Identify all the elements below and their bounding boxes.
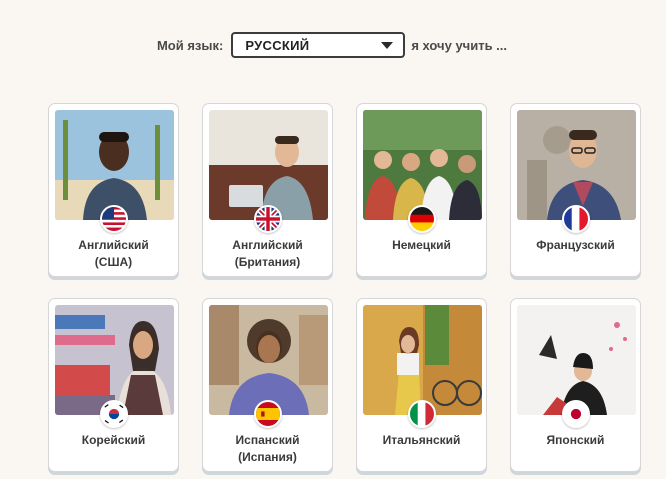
course-photo xyxy=(209,305,328,415)
want-to-learn-label: я хочу учить ... xyxy=(411,37,508,53)
course-photo xyxy=(55,305,174,415)
course-card-italian[interactable]: Итальянский xyxy=(356,298,487,472)
course-photo xyxy=(517,305,636,415)
course-grid: Английский (США) Английский (Британия) Н… xyxy=(48,103,641,472)
france-flag-icon xyxy=(562,205,590,233)
course-card-english-usa[interactable]: Английский (США) xyxy=(48,103,179,277)
course-card-korean[interactable]: Корейский xyxy=(48,298,179,472)
us-flag-icon xyxy=(100,205,128,233)
course-card-french[interactable]: Французский xyxy=(510,103,641,277)
course-label: Английский (США) xyxy=(78,238,149,269)
course-card-spanish-spain[interactable]: Испанский (Испания) xyxy=(202,298,333,472)
course-label: Итальянский xyxy=(382,433,461,447)
course-label: Французский xyxy=(536,238,615,252)
course-card-german[interactable]: Немецкий xyxy=(356,103,487,277)
spain-flag-icon xyxy=(254,400,282,428)
course-photo xyxy=(363,110,482,220)
course-label: Японский xyxy=(546,433,605,447)
my-language-label: Мой язык: xyxy=(156,37,224,53)
language-select[interactable]: РУССКИЙ xyxy=(231,32,406,58)
selected-language: РУССКИЙ xyxy=(245,37,310,53)
course-photo xyxy=(517,110,636,220)
germany-flag-icon xyxy=(408,205,436,233)
korea-flag-icon xyxy=(100,400,128,428)
course-label: Испанский (Испания) xyxy=(235,433,300,464)
italy-flag-icon xyxy=(408,400,436,428)
course-photo xyxy=(55,110,174,220)
language-selector-bar: Мой язык: РУССКИЙ я хочу учить ... xyxy=(0,30,666,60)
course-label: Корейский xyxy=(81,433,146,447)
chevron-down-icon xyxy=(381,41,394,49)
course-photo xyxy=(363,305,482,415)
japan-flag-icon xyxy=(562,400,590,428)
course-photo xyxy=(209,110,328,220)
uk-flag-icon xyxy=(254,205,282,233)
course-label: Немецкий xyxy=(392,238,451,252)
course-card-english-britain[interactable]: Английский (Британия) xyxy=(202,103,333,277)
course-label: Английский (Британия) xyxy=(232,238,303,269)
course-card-japanese[interactable]: Японский xyxy=(510,298,641,472)
